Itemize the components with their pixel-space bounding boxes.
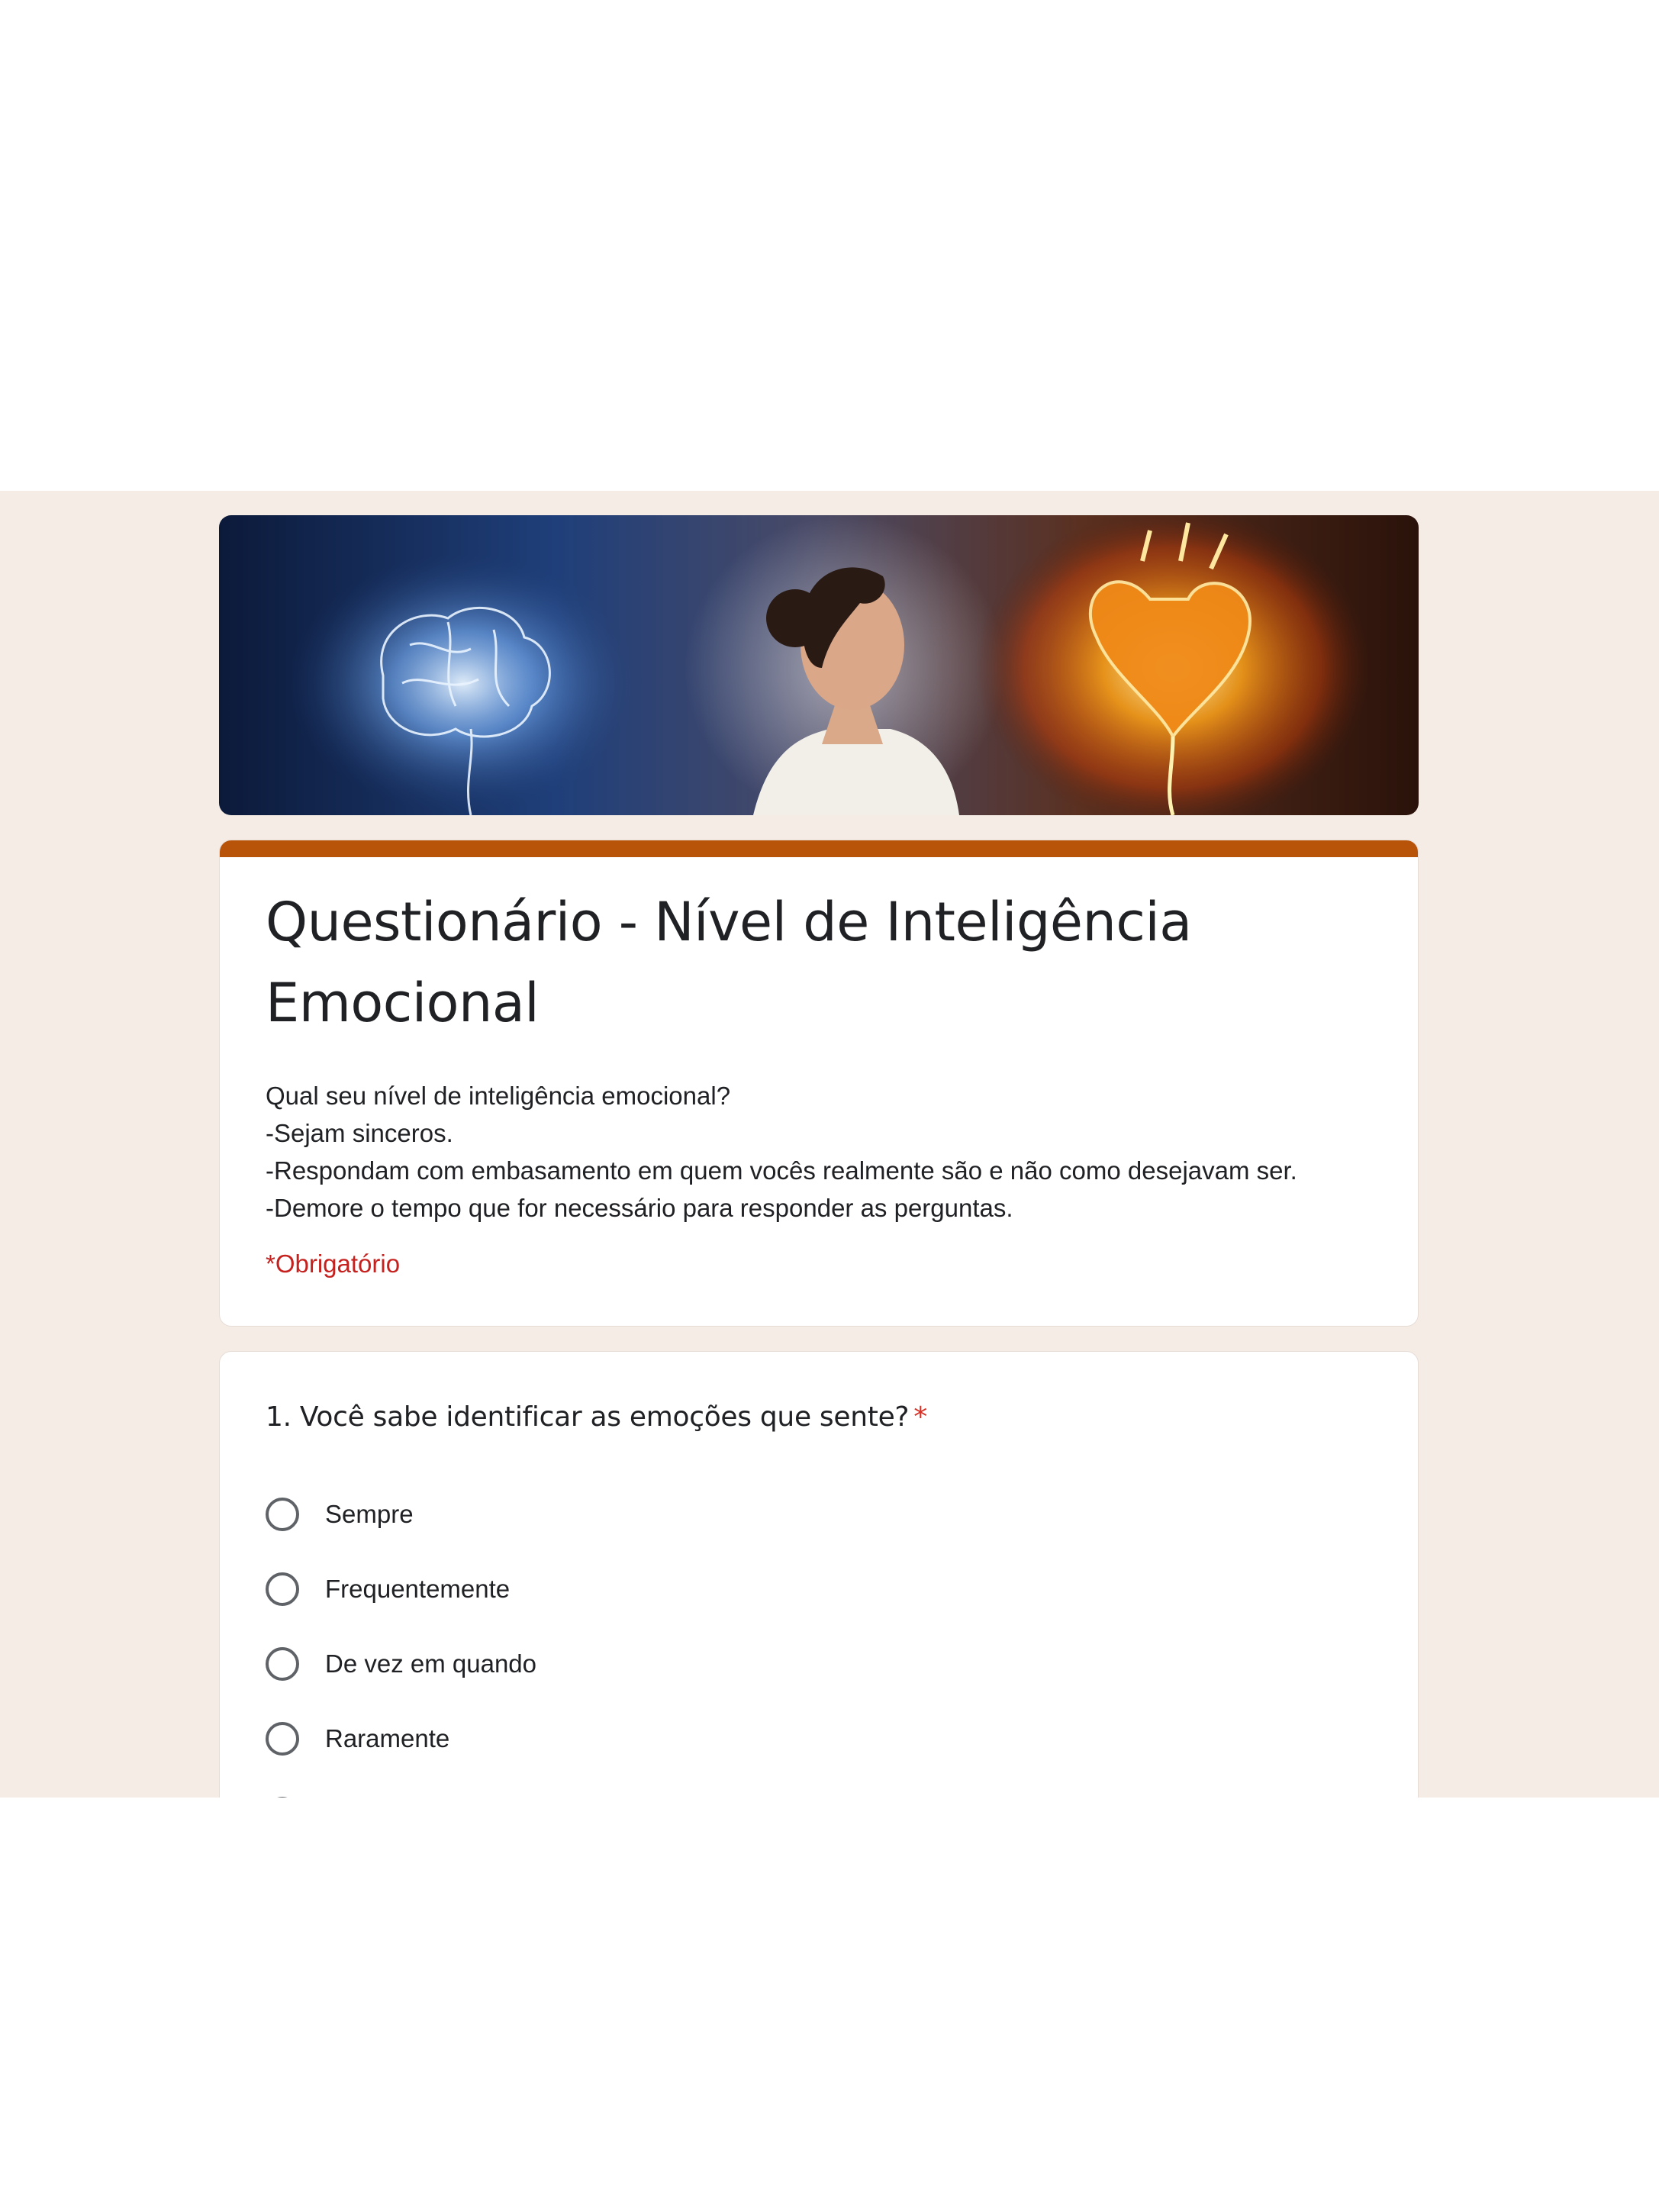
- form-container: Questionário - Nível de Inteligência Emo…: [219, 515, 1419, 1798]
- banner-illustration: [219, 515, 1419, 815]
- option-label: Sempre: [325, 1500, 414, 1528]
- description-line: -Demore o tempo que for necessário para …: [266, 1194, 1013, 1222]
- radio-unchecked-icon[interactable]: [266, 1647, 299, 1681]
- radio-unchecked-icon[interactable]: [266, 1797, 299, 1798]
- required-asterisk: *: [913, 1401, 927, 1433]
- option-label: De vez em quando: [325, 1649, 537, 1678]
- option-cut-off[interactable]: [266, 1776, 1372, 1798]
- option-de-vez-em-quando[interactable]: De vez em quando: [266, 1627, 1372, 1701]
- required-note: *Obrigatório: [266, 1249, 401, 1278]
- header-banner-image: [219, 515, 1419, 815]
- page: Questionário - Nível de Inteligência Emo…: [0, 0, 1659, 2212]
- option-sempre[interactable]: Sempre: [266, 1477, 1372, 1552]
- form-title-card: Questionário - Nível de Inteligência Emo…: [219, 840, 1419, 1327]
- description-line: -Sejam sinceros.: [266, 1119, 453, 1147]
- description-line: Qual seu nível de inteligência emocional…: [266, 1082, 731, 1110]
- radio-unchecked-icon[interactable]: [266, 1498, 299, 1531]
- radio-unchecked-icon[interactable]: [266, 1572, 299, 1606]
- option-raramente[interactable]: Raramente: [266, 1701, 1372, 1776]
- title-card-accent-bar: [220, 840, 1418, 857]
- question-text: 1. Você sabe identificar as emoções que …: [266, 1401, 910, 1433]
- form-description: Qual seu nível de inteligência emocional…: [266, 1077, 1372, 1227]
- radio-group: Sempre Frequentemente De vez em quando R…: [266, 1477, 1372, 1798]
- option-frequentemente[interactable]: Frequentemente: [266, 1552, 1372, 1627]
- description-line: -Respondam com embasamento em quem vocês…: [266, 1156, 1297, 1185]
- question-card-1: 1. Você sabe identificar as emoções que …: [219, 1351, 1419, 1798]
- option-label: Raramente: [325, 1724, 450, 1753]
- radio-unchecked-icon[interactable]: [266, 1722, 299, 1756]
- question-title: 1. Você sabe identificar as emoções que …: [266, 1398, 1372, 1437]
- option-label: Frequentemente: [325, 1575, 511, 1603]
- form-area: Questionário - Nível de Inteligência Emo…: [0, 491, 1659, 1798]
- title-card-content: Questionário - Nível de Inteligência Emo…: [220, 857, 1418, 1326]
- form-title: Questionário - Nível de Inteligência Emo…: [266, 891, 1192, 1034]
